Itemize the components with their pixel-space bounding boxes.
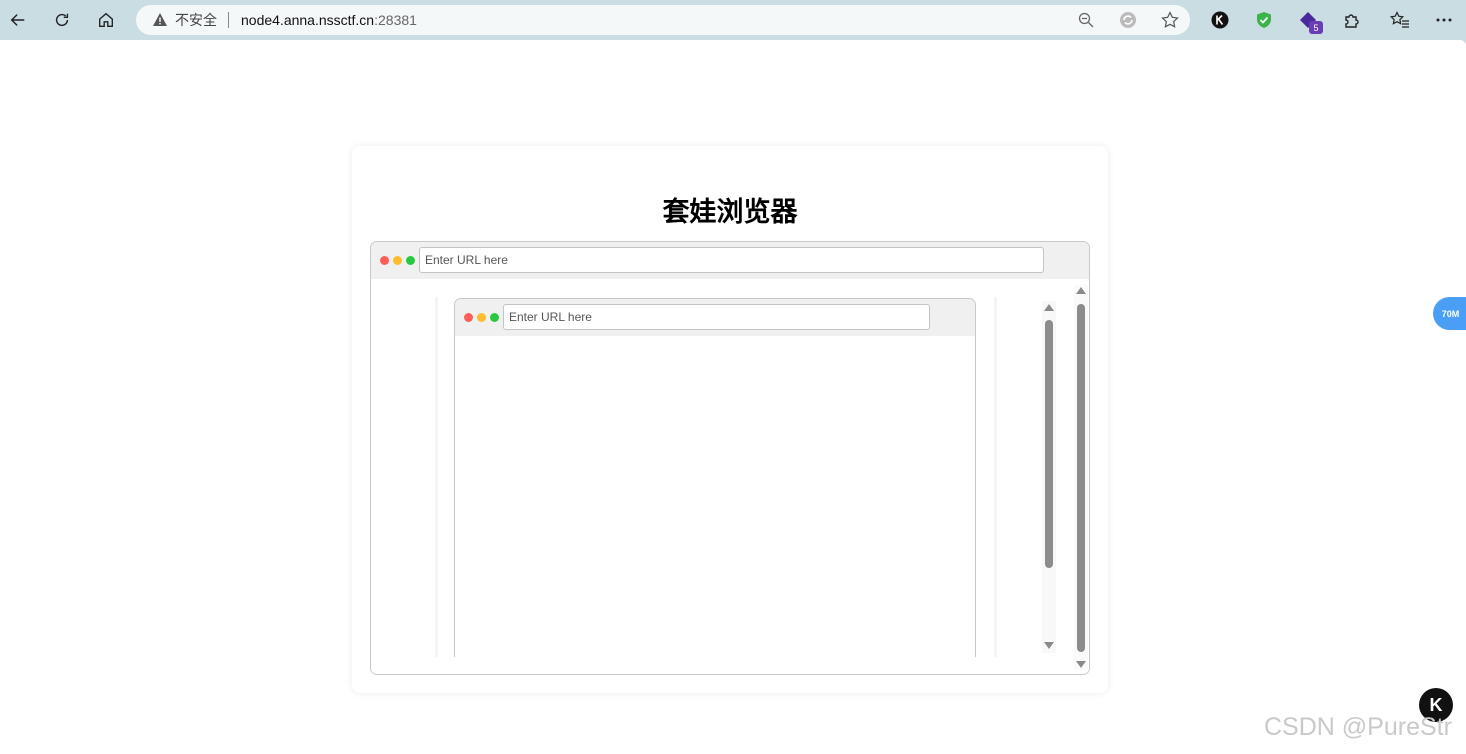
more-menu-button[interactable] <box>1434 10 1454 30</box>
zoom-out-button[interactable] <box>1076 10 1096 30</box>
home-button[interactable] <box>92 6 120 34</box>
extensions-button[interactable] <box>1342 10 1362 30</box>
favorites-button[interactable] <box>1390 10 1410 30</box>
inner-browser-header <box>455 299 975 336</box>
k-logo-icon <box>1211 11 1229 29</box>
scroll-up-icon[interactable] <box>1044 304 1054 311</box>
url-host[interactable]: node4.anna.nssctf.cn <box>241 12 374 28</box>
url-port[interactable]: :28381 <box>374 12 417 28</box>
inner-frame-scrollbar[interactable] <box>1042 301 1056 653</box>
outer-url-input[interactable] <box>419 247 1044 273</box>
scroll-down-icon[interactable] <box>1044 642 1054 649</box>
close-dot-icon <box>464 313 473 322</box>
scroll-down-icon[interactable] <box>1076 661 1086 668</box>
refresh-circle-icon <box>1120 12 1136 28</box>
inner-mini-browser <box>454 298 976 657</box>
page-viewport: 套娃浏览器 Enter URL here Enter URL here 70M <box>0 40 1466 754</box>
inner-frame-container <box>435 297 997 657</box>
home-icon <box>99 12 113 27</box>
address-bar-actions <box>1076 10 1180 30</box>
inner-url-input[interactable] <box>503 304 930 330</box>
favorites-list-icon <box>1390 11 1409 28</box>
outer-frame-scrollbar[interactable] <box>1074 285 1088 670</box>
maximize-dot-icon <box>490 313 499 322</box>
outer-browser-header <box>371 242 1089 279</box>
star-icon <box>1161 11 1179 28</box>
outer-mini-browser <box>370 241 1090 675</box>
puzzle-icon <box>1345 14 1359 28</box>
shield-icon <box>1257 12 1271 28</box>
main-card: 套娃浏览器 <box>352 146 1108 693</box>
browser-toolbar: 不安全 node4.anna.nssctf.cn:28381 5 <box>0 0 1466 40</box>
address-divider <box>228 12 229 28</box>
back-button[interactable] <box>4 6 32 34</box>
minimize-dot-icon <box>393 256 402 265</box>
close-dot-icon <box>380 256 389 265</box>
security-status[interactable]: 不安全 <box>175 10 217 30</box>
watermark: CSDN @PureStr <box>1264 713 1452 741</box>
address-bar[interactable]: 不安全 node4.anna.nssctf.cn:28381 <box>136 5 1190 35</box>
maximize-dot-icon <box>406 256 415 265</box>
extension-k-button[interactable] <box>1210 10 1230 30</box>
minimize-dot-icon <box>477 313 486 322</box>
reload-icon <box>55 13 69 27</box>
scroll-thumb[interactable] <box>1045 320 1053 568</box>
reload-button[interactable] <box>48 6 76 34</box>
scroll-thumb[interactable] <box>1077 304 1085 652</box>
ellipsis-icon <box>1436 18 1452 22</box>
extension-shield-button[interactable] <box>1254 10 1274 30</box>
arrow-left-icon <box>10 14 25 26</box>
extension-badge: 5 <box>1309 21 1323 34</box>
warning-icon[interactable] <box>152 12 168 28</box>
page-title: 套娃浏览器 <box>662 197 798 228</box>
outer-frame <box>371 279 1089 674</box>
scroll-up-icon[interactable] <box>1076 287 1086 294</box>
favorite-button[interactable] <box>1160 10 1180 30</box>
side-floating-widget[interactable]: 70M <box>1433 297 1466 330</box>
translate-button[interactable] <box>1118 10 1138 30</box>
zoom-out-icon <box>1078 12 1094 28</box>
